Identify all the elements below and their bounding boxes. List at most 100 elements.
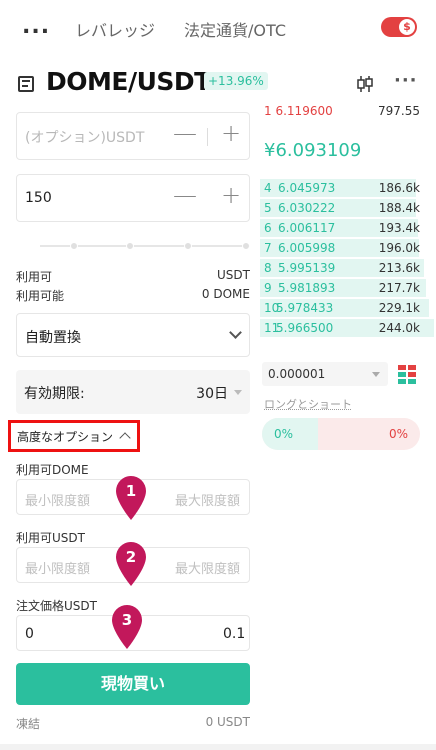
tab-fiat-otc[interactable]: 法定通貨/OTC xyxy=(184,17,286,41)
tab-leverage[interactable]: レバレッジ xyxy=(75,17,155,41)
menu-icon[interactable] xyxy=(18,76,34,92)
available-label: 利用可 xyxy=(16,270,53,284)
amount-decrease-button[interactable]: — xyxy=(173,181,197,209)
bid-price: 5.995139 xyxy=(278,261,336,275)
slider-stop-50[interactable] xyxy=(126,242,134,250)
bid-amount: 188.4k xyxy=(378,201,420,215)
bid-amount: 193.4k xyxy=(378,221,420,235)
bid-amount: 229.1k xyxy=(378,301,420,315)
bid-index: 7 xyxy=(264,241,272,255)
order-mode-select[interactable]: 自動置換 xyxy=(16,313,250,357)
bid-row[interactable]: 10 5.978433 229.1k xyxy=(260,298,429,318)
currency-toggle[interactable]: $ xyxy=(381,17,417,37)
map-pin-icon: 1 xyxy=(116,476,146,520)
bid-row[interactable]: 9 5.981893 217.7k xyxy=(260,278,426,298)
amount-input[interactable]: 150 — + xyxy=(16,174,250,222)
bid-amount: 244.0k xyxy=(378,321,420,335)
expiry-label: 有効期限: xyxy=(24,386,85,402)
dome-min-input[interactable]: 最小限度額 xyxy=(25,490,90,509)
bid-amount: 213.6k xyxy=(378,261,420,275)
map-pin-icon: 2 xyxy=(116,542,146,586)
long-short-ratio-bar: 0% 0% xyxy=(262,418,420,450)
order-price-min[interactable]: 0 xyxy=(25,626,34,642)
bottom-divider xyxy=(0,744,436,750)
chevron-down-icon xyxy=(229,326,242,339)
order-price-max[interactable]: 0.1 xyxy=(223,626,245,642)
tick-size-select[interactable]: 0.000001 xyxy=(262,362,388,386)
price-placeholder: (オプション)USDT xyxy=(25,130,145,146)
percentage-slider[interactable] xyxy=(40,242,250,250)
candlestick-icon[interactable] xyxy=(355,74,375,94)
pin-number: 2 xyxy=(126,548,136,566)
slider-stop-75[interactable] xyxy=(184,242,192,250)
bid-price: 5.978433 xyxy=(276,301,334,315)
bid-price: 6.045973 xyxy=(278,181,336,195)
pair-title[interactable]: DOME/USDT xyxy=(46,67,211,96)
dropdown-triangle-icon xyxy=(234,390,242,395)
bid-index: 9 xyxy=(264,281,272,295)
ask-index: 1 xyxy=(264,104,272,118)
bid-row[interactable]: 8 5.995139 213.6k xyxy=(260,258,424,278)
order-mode-value: 自動置換 xyxy=(25,330,81,346)
dome-range-label: 利用可DOME xyxy=(16,463,89,477)
price-decrease-button[interactable]: — xyxy=(173,119,197,147)
more-menu-icon[interactable]: ... xyxy=(22,14,50,39)
pin-number: 3 xyxy=(122,611,132,629)
bid-index: 8 xyxy=(264,261,272,275)
usdt-min-input[interactable]: 最小限度額 xyxy=(25,558,90,577)
chevron-up-icon xyxy=(119,432,131,444)
bid-index: 6 xyxy=(264,221,272,235)
long-short-link[interactable]: ロングとショート xyxy=(264,396,352,412)
possible-label: 利用可能 xyxy=(16,289,65,303)
short-percent: 0% xyxy=(388,427,408,441)
bid-amount: 186.6k xyxy=(378,181,420,195)
spot-buy-button[interactable]: 現物買い xyxy=(16,663,250,705)
dollar-icon: $ xyxy=(399,19,415,35)
more-options-icon[interactable]: ··· xyxy=(394,70,418,91)
possible-value: 0 DOME xyxy=(201,287,250,301)
bid-index: 5 xyxy=(264,201,272,215)
order-price-label: 注文価格USDT xyxy=(16,599,97,613)
map-pin-icon: 3 xyxy=(112,605,142,649)
change-badge: +13.96% xyxy=(204,72,268,90)
amount-value: 150 xyxy=(25,190,52,206)
amount-increase-button[interactable]: + xyxy=(221,181,241,209)
advanced-options-label: 高度なオプション xyxy=(17,430,114,444)
bid-amount: 196.0k xyxy=(378,241,420,255)
price-increase-button[interactable]: + xyxy=(221,119,241,147)
expiry-select[interactable]: 有効期限: 30日 xyxy=(16,370,250,414)
top-nav: ... レバレッジ 法定通貨/OTC $ xyxy=(0,0,436,56)
bid-price: 6.030222 xyxy=(278,201,336,215)
divider xyxy=(207,128,208,146)
dome-max-input[interactable]: 最大限度額 xyxy=(175,490,240,509)
bid-price: 5.966500 xyxy=(276,321,334,335)
bid-row[interactable]: 4 6.045973 186.6k xyxy=(260,178,420,198)
bid-row[interactable]: 6 6.006117 193.4k xyxy=(260,218,420,238)
bid-amount: 217.7k xyxy=(378,281,420,295)
dropdown-triangle-icon xyxy=(372,372,380,377)
top-ask-row[interactable]: 1 6.119600 xyxy=(264,104,333,118)
available-value: USDT xyxy=(217,268,250,282)
depth-view-icon[interactable] xyxy=(397,363,417,385)
tick-size-value: 0.000001 xyxy=(268,367,326,381)
last-price: ¥6.093109 xyxy=(264,140,362,161)
long-percent: 0% xyxy=(274,427,294,441)
frozen-label: 凍結 xyxy=(16,717,41,731)
frozen-value: 0 USDT xyxy=(205,715,250,729)
slider-stop-25[interactable] xyxy=(70,242,78,250)
expiry-value: 30日 xyxy=(196,386,228,402)
usdt-range-label: 利用可USDT xyxy=(16,531,85,545)
bid-row[interactable]: 5 6.030222 188.4k xyxy=(260,198,420,218)
slider-stop-100[interactable] xyxy=(242,242,250,250)
ask-price: 6.119600 xyxy=(275,104,333,118)
ask-amount: 797.55 xyxy=(378,104,420,118)
usdt-max-input[interactable]: 最大限度額 xyxy=(175,558,240,577)
bid-index: 4 xyxy=(264,181,272,195)
price-input[interactable]: (オプション)USDT — + xyxy=(16,112,250,160)
advanced-options-toggle[interactable]: 高度なオプション xyxy=(8,420,140,452)
bid-price: 6.005998 xyxy=(278,241,336,255)
bid-row[interactable]: 7 6.005998 196.0k xyxy=(260,238,420,258)
bid-price: 6.006117 xyxy=(278,221,336,235)
bid-price: 5.981893 xyxy=(278,281,336,295)
bid-row[interactable]: 11 5.966500 244.0k xyxy=(260,318,434,338)
